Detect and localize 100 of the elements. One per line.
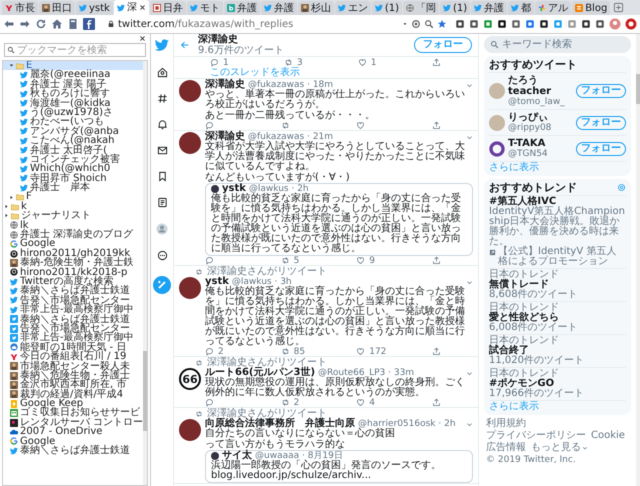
chevron-down-icon[interactable] [466,278,473,286]
scrollbar-thumb[interactable] [636,74,640,104]
more-link[interactable]: もっと見る [531,442,581,454]
share-icon[interactable] [432,121,441,130]
user-name[interactable]: りっぴぃ [508,112,548,123]
bookmark-item[interactable]: 泰納＼さらば弁護士鉄道 [3,286,143,296]
scrollbar-thumb[interactable] [143,351,147,431]
browser-tab[interactable]: (1) [372,1,402,15]
back-icon[interactable] [3,18,15,30]
forward-icon[interactable] [19,18,31,30]
quoted-tweet[interactable]: サイ太 @uwaaaa · 8月19日 浜辺陽一郎教授の「心の貧困」発言のソースです。 blog.livedoor.jp/schulze/archiv... [205,450,473,483]
heart-icon[interactable] [356,256,366,265]
chevron-down-icon[interactable] [466,370,473,376]
browser-tab[interactable]: アル [535,1,572,15]
bookmark-item[interactable]: 海渡雄一(@kidka [3,98,143,108]
browser-tab[interactable]: 弁護 [224,1,260,15]
bookmark-item[interactable]: 秋ものろけに響す [3,89,143,99]
bookmark-item[interactable]: こたべん(@nakah [3,136,143,146]
bookmark-item[interactable]: 能登町の1時間天気 - 日 [3,342,143,352]
bookmark-item[interactable]: hirono2011/kk2018-p [3,268,143,277]
back-arrow-icon[interactable] [180,40,190,50]
trend-name[interactable]: 無償トレード [489,280,626,290]
reload-icon[interactable] [35,18,47,30]
footer-link[interactable]: Cookie [591,430,625,442]
bookmark-item[interactable]: F [3,192,143,202]
bookmark-item[interactable]: hirono2011/gh2019kk [3,248,143,258]
browser-tab[interactable]: エン [334,1,371,15]
settings-icon[interactable] [617,183,626,192]
browser-tab[interactable]: ystk [76,1,113,15]
heart-icon[interactable] [356,398,366,407]
bookmark-item[interactable]: 泰納＼さらば弁護士鉄道 [3,314,143,324]
compose-icon[interactable] [153,276,171,294]
browser-tab[interactable]: モト [186,1,223,15]
reply-icon[interactable] [205,256,214,265]
bookmark-item[interactable]: Google Keep [3,399,143,408]
bookmark-item[interactable]: 裁判の経過/資料/平成4 [3,390,143,400]
caret-icon[interactable] [402,21,408,27]
bookmark-item[interactable]: 弁護士 渥美 陽子 [3,80,143,90]
trend-name[interactable]: 試合終了 [489,346,626,356]
trend-name[interactable]: #第五人格IVC [489,197,626,207]
list-icon[interactable] [156,197,168,208]
star-icon[interactable] [437,19,447,29]
bookmark-item[interactable]: 弁護士 深澤諭史のブログ [3,230,143,240]
chevron-down-icon[interactable] [466,134,473,140]
trend-name[interactable]: #ポケモンGO [489,379,626,389]
footer-link[interactable]: 利用規約 [486,418,526,430]
share-icon[interactable] [432,58,441,67]
bookmark-item[interactable]: 告発＼市場急配センター [3,324,143,334]
footer-link[interactable]: 広告情報 [486,442,526,454]
retweet-icon[interactable] [280,347,290,356]
bookmark-item[interactable]: Google [3,239,143,249]
mail-icon[interactable] [156,145,168,156]
author-name[interactable]: ystk [205,277,229,287]
record-icon[interactable] [625,18,637,30]
bell-icon[interactable] [156,119,168,130]
bookmark-item[interactable]: 2007 - OneDrive [3,427,143,437]
chevron-down-icon[interactable] [466,82,473,88]
bookmark-item[interactable]: ゴミ収集日お知らせサービ [3,408,143,418]
retweet-icon[interactable] [280,256,290,265]
zoom-icon[interactable] [411,19,421,29]
heart-icon[interactable] [356,347,366,356]
bookmark-item[interactable]: 今日の番組表[石川 / 19 [3,352,143,362]
browser-tab[interactable]: 市長 [2,1,38,15]
chevron-down-icon[interactable] [466,420,473,428]
browser-tab[interactable]: 田口 [39,1,75,15]
heart-icon[interactable] [358,58,367,67]
hashtag-icon[interactable] [156,93,168,104]
close-icon[interactable] [138,4,146,11]
reply-icon[interactable] [205,398,214,407]
browser-tab[interactable]: 日弁 [150,1,186,15]
user-name[interactable]: たろう teacher [508,75,573,97]
bookmark-item[interactable]: わたべー(いつも [3,117,143,127]
bookmark-item[interactable]: 麗奈(@reeeiinaa [3,70,143,80]
browser-tab[interactable]: Blog [572,1,610,15]
footer-link[interactable]: プライバシーポリシー [486,430,586,442]
bookmark-search-field[interactable]: ブックマークを検索 [4,43,146,57]
bookmark-item[interactable]: 非常上告-最高検察庁御中 [3,305,143,315]
trend-name[interactable]: 愛と性欲どちら [489,313,626,323]
browser-tab[interactable]: (1) [440,1,470,15]
bookmark-item[interactable]: コインチェック被害 [3,154,143,164]
bookmark-item[interactable]: う(@uzw1978)さ [3,108,143,118]
reply-icon[interactable] [210,58,219,67]
bookmark-item[interactable]: 弁護士 太田啓子( [3,146,143,155]
bookmark-item[interactable]: 金沢市駅西本町所在, 市 [3,380,143,390]
author-name[interactable]: 深澤諭史 [205,80,245,90]
chevron-down-icon[interactable] [582,445,588,451]
bookmark-item[interactable]: k [3,202,143,212]
browser-tab[interactable]: 杉山 [298,1,334,15]
share-icon[interactable] [432,398,441,407]
browser-tab[interactable]: 「岡 [403,1,440,15]
bookmark-item[interactable]: 市場急配センター殺人未 [3,362,143,371]
browser-tab[interactable]: 都 [508,1,534,15]
home-icon[interactable] [156,67,168,78]
bookmark-item[interactable]: 弁護士 岸本 [3,183,143,192]
retweet-icon[interactable] [284,58,293,67]
quoted-tweet[interactable]: ystk @lawkus · 2h 俺も比較的貧乏な家庭に育ったから「身の丈に合った受験を」に憤る気持ちはわかる。しかし当業界には、「金と時間をかけて法科大学院に通うのが正しい。一発試験の予備試験という近道を選ぶのは心の貧困」と言い放った教授様が既にいたので意外性はない。行きそうな方向に順当に行ってるなという感じ。 [205,183,473,256]
bookmark-item[interactable]: E [3,61,143,70]
search-icon[interactable] [424,19,434,29]
reply-icon[interactable] [205,121,214,130]
author-name[interactable]: 向原総合法律事務所 弁護士向原 [205,419,355,429]
